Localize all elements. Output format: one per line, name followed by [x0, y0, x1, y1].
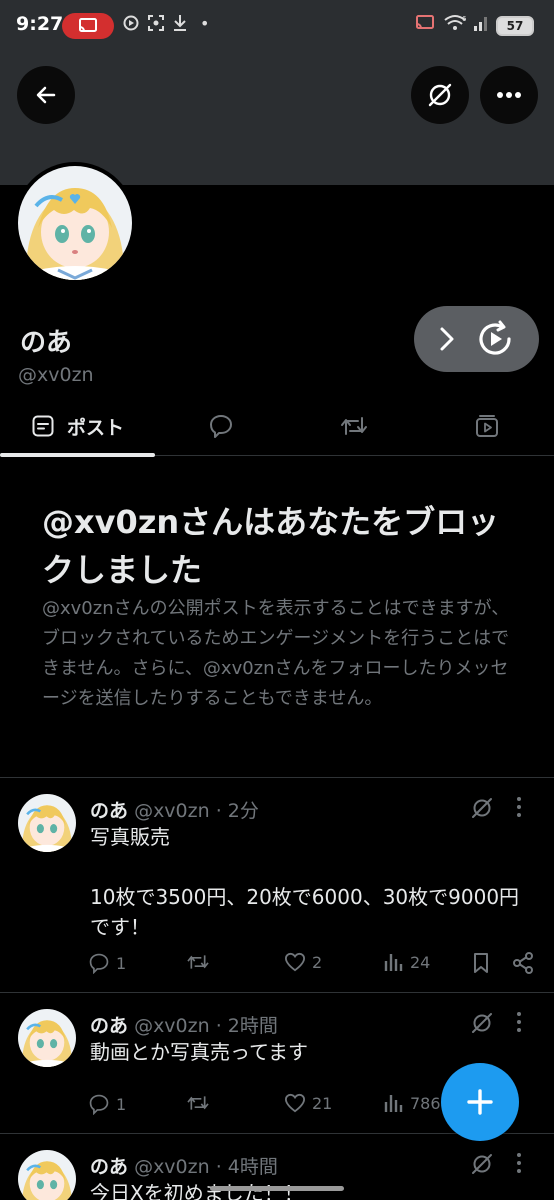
- post-actions: 1 2 24: [88, 952, 538, 980]
- post-avatar[interactable]: [18, 1009, 76, 1067]
- more-options-button[interactable]: [480, 66, 538, 124]
- chevron-right-icon[interactable]: [437, 325, 457, 353]
- tab-media[interactable]: [441, 396, 533, 456]
- grok-icon[interactable]: [470, 796, 494, 824]
- post-author-name[interactable]: のあ: [90, 1015, 128, 1037]
- heart-icon: [284, 1093, 306, 1113]
- like-count: 2: [312, 952, 323, 972]
- reply-button[interactable]: 1: [88, 952, 126, 974]
- repost-button[interactable]: [186, 952, 216, 972]
- more-horizontal-icon: [497, 92, 521, 98]
- post-header: のあ @xv0zn · 4時間: [90, 1152, 278, 1179]
- screen-cast-indicator[interactable]: [62, 13, 114, 39]
- grok-icon[interactable]: [470, 1152, 494, 1180]
- share-icon: [513, 952, 533, 974]
- reply-count: 1: [116, 953, 127, 973]
- bookmark-icon: [474, 953, 488, 973]
- repost-icon: [341, 417, 367, 435]
- status-time: 9:27: [16, 13, 64, 35]
- svg-text:6: 6: [462, 15, 467, 23]
- analytics-icon: [384, 1095, 403, 1112]
- share-button[interactable]: [512, 952, 534, 974]
- more-vertical-icon[interactable]: [516, 796, 522, 823]
- post-header: のあ @xv0zn · 2時間: [90, 1011, 278, 1038]
- repost-icon: [187, 1096, 209, 1110]
- compose-post-button[interactable]: [441, 1063, 519, 1141]
- wifi-icon: 6: [443, 14, 467, 37]
- cast-icon: [79, 18, 97, 32]
- post-avatar[interactable]: [18, 1150, 76, 1200]
- arrow-left-icon: [36, 86, 56, 104]
- views-button[interactable]: 24: [384, 952, 430, 972]
- battery-indicator: 57: [496, 16, 534, 36]
- cast-status-icon: [414, 14, 436, 37]
- profile-action-pill[interactable]: [414, 306, 539, 372]
- grok-icon: [428, 83, 452, 107]
- bookmark-button[interactable]: [472, 952, 490, 974]
- anime-avatar-image: [18, 794, 76, 852]
- post-item[interactable]: のあ @xv0zn · 2分 写真販売 10枚で3500円、20枚で6000、3…: [0, 778, 554, 992]
- media-icon: [476, 415, 498, 437]
- post-avatar[interactable]: [18, 794, 76, 852]
- repost-button[interactable]: [186, 1093, 216, 1113]
- like-count: 21: [312, 1093, 333, 1113]
- heart-icon: [284, 952, 306, 972]
- block-notice-description: @xv0znさんの公開ポストを表示することはできますが、ブロックされているためエ…: [42, 598, 510, 709]
- home-indicator[interactable]: [210, 1186, 344, 1191]
- active-tab-indicator: [0, 453, 155, 457]
- notification-dot-icon: •: [200, 14, 210, 33]
- post-author-name[interactable]: のあ: [90, 1156, 128, 1178]
- play-refresh-icon[interactable]: [474, 318, 516, 360]
- like-button[interactable]: 2: [284, 952, 322, 972]
- profile-handle: @xv0zn: [18, 364, 94, 386]
- views-button[interactable]: 786: [384, 1093, 441, 1113]
- grok-icon[interactable]: [470, 1011, 494, 1039]
- reply-icon: [210, 415, 232, 438]
- post-meta: @xv0zn · 2時間: [134, 1015, 278, 1037]
- analytics-icon: [384, 954, 403, 971]
- tab-posts[interactable]: ポスト: [0, 396, 155, 457]
- view-count: 786: [410, 1093, 441, 1113]
- grok-button[interactable]: [411, 66, 469, 124]
- more-vertical-icon[interactable]: [516, 1011, 522, 1038]
- sync-icon: [122, 14, 140, 37]
- post-meta: @xv0zn · 2分: [134, 800, 259, 822]
- post-header: のあ @xv0zn · 2分: [90, 796, 259, 823]
- screenshot-icon: [147, 14, 165, 37]
- reply-button[interactable]: 1: [88, 1093, 126, 1115]
- reply-icon: [89, 953, 109, 974]
- more-vertical-icon[interactable]: [516, 1152, 522, 1179]
- post-text: 動画とか写真売ってます: [90, 1040, 308, 1064]
- signal-icon: [472, 14, 490, 37]
- tab-reposts[interactable]: [308, 396, 400, 456]
- anime-avatar-image: [18, 1009, 76, 1067]
- profile-avatar[interactable]: [14, 162, 136, 284]
- profile-display-name: のあ: [20, 328, 73, 358]
- posts-icon: [32, 415, 54, 437]
- block-notice-title: @xv0znさんはあなたをブロックしました: [42, 503, 500, 589]
- status-bar: 9:27 • 6 57: [0, 0, 554, 52]
- tab-replies[interactable]: [175, 396, 267, 456]
- post-meta: @xv0zn · 4時間: [134, 1156, 278, 1178]
- anime-avatar-image: [18, 166, 132, 280]
- tab-posts-label: ポスト: [66, 416, 124, 439]
- reply-icon: [89, 1094, 109, 1115]
- view-count: 24: [410, 952, 431, 972]
- reply-count: 1: [116, 1094, 127, 1114]
- repost-icon: [187, 955, 209, 969]
- plus-icon: [467, 1089, 493, 1115]
- post-author-name[interactable]: のあ: [90, 800, 128, 822]
- back-button[interactable]: [17, 66, 75, 124]
- anime-avatar-image: [18, 1150, 76, 1200]
- download-icon: [172, 14, 188, 37]
- like-button[interactable]: 21: [284, 1093, 332, 1113]
- profile-tabs: ポスト: [0, 396, 554, 457]
- post-text: 写真販売 10枚で3500円、20枚で6000、30枚で9000円です！: [90, 825, 520, 939]
